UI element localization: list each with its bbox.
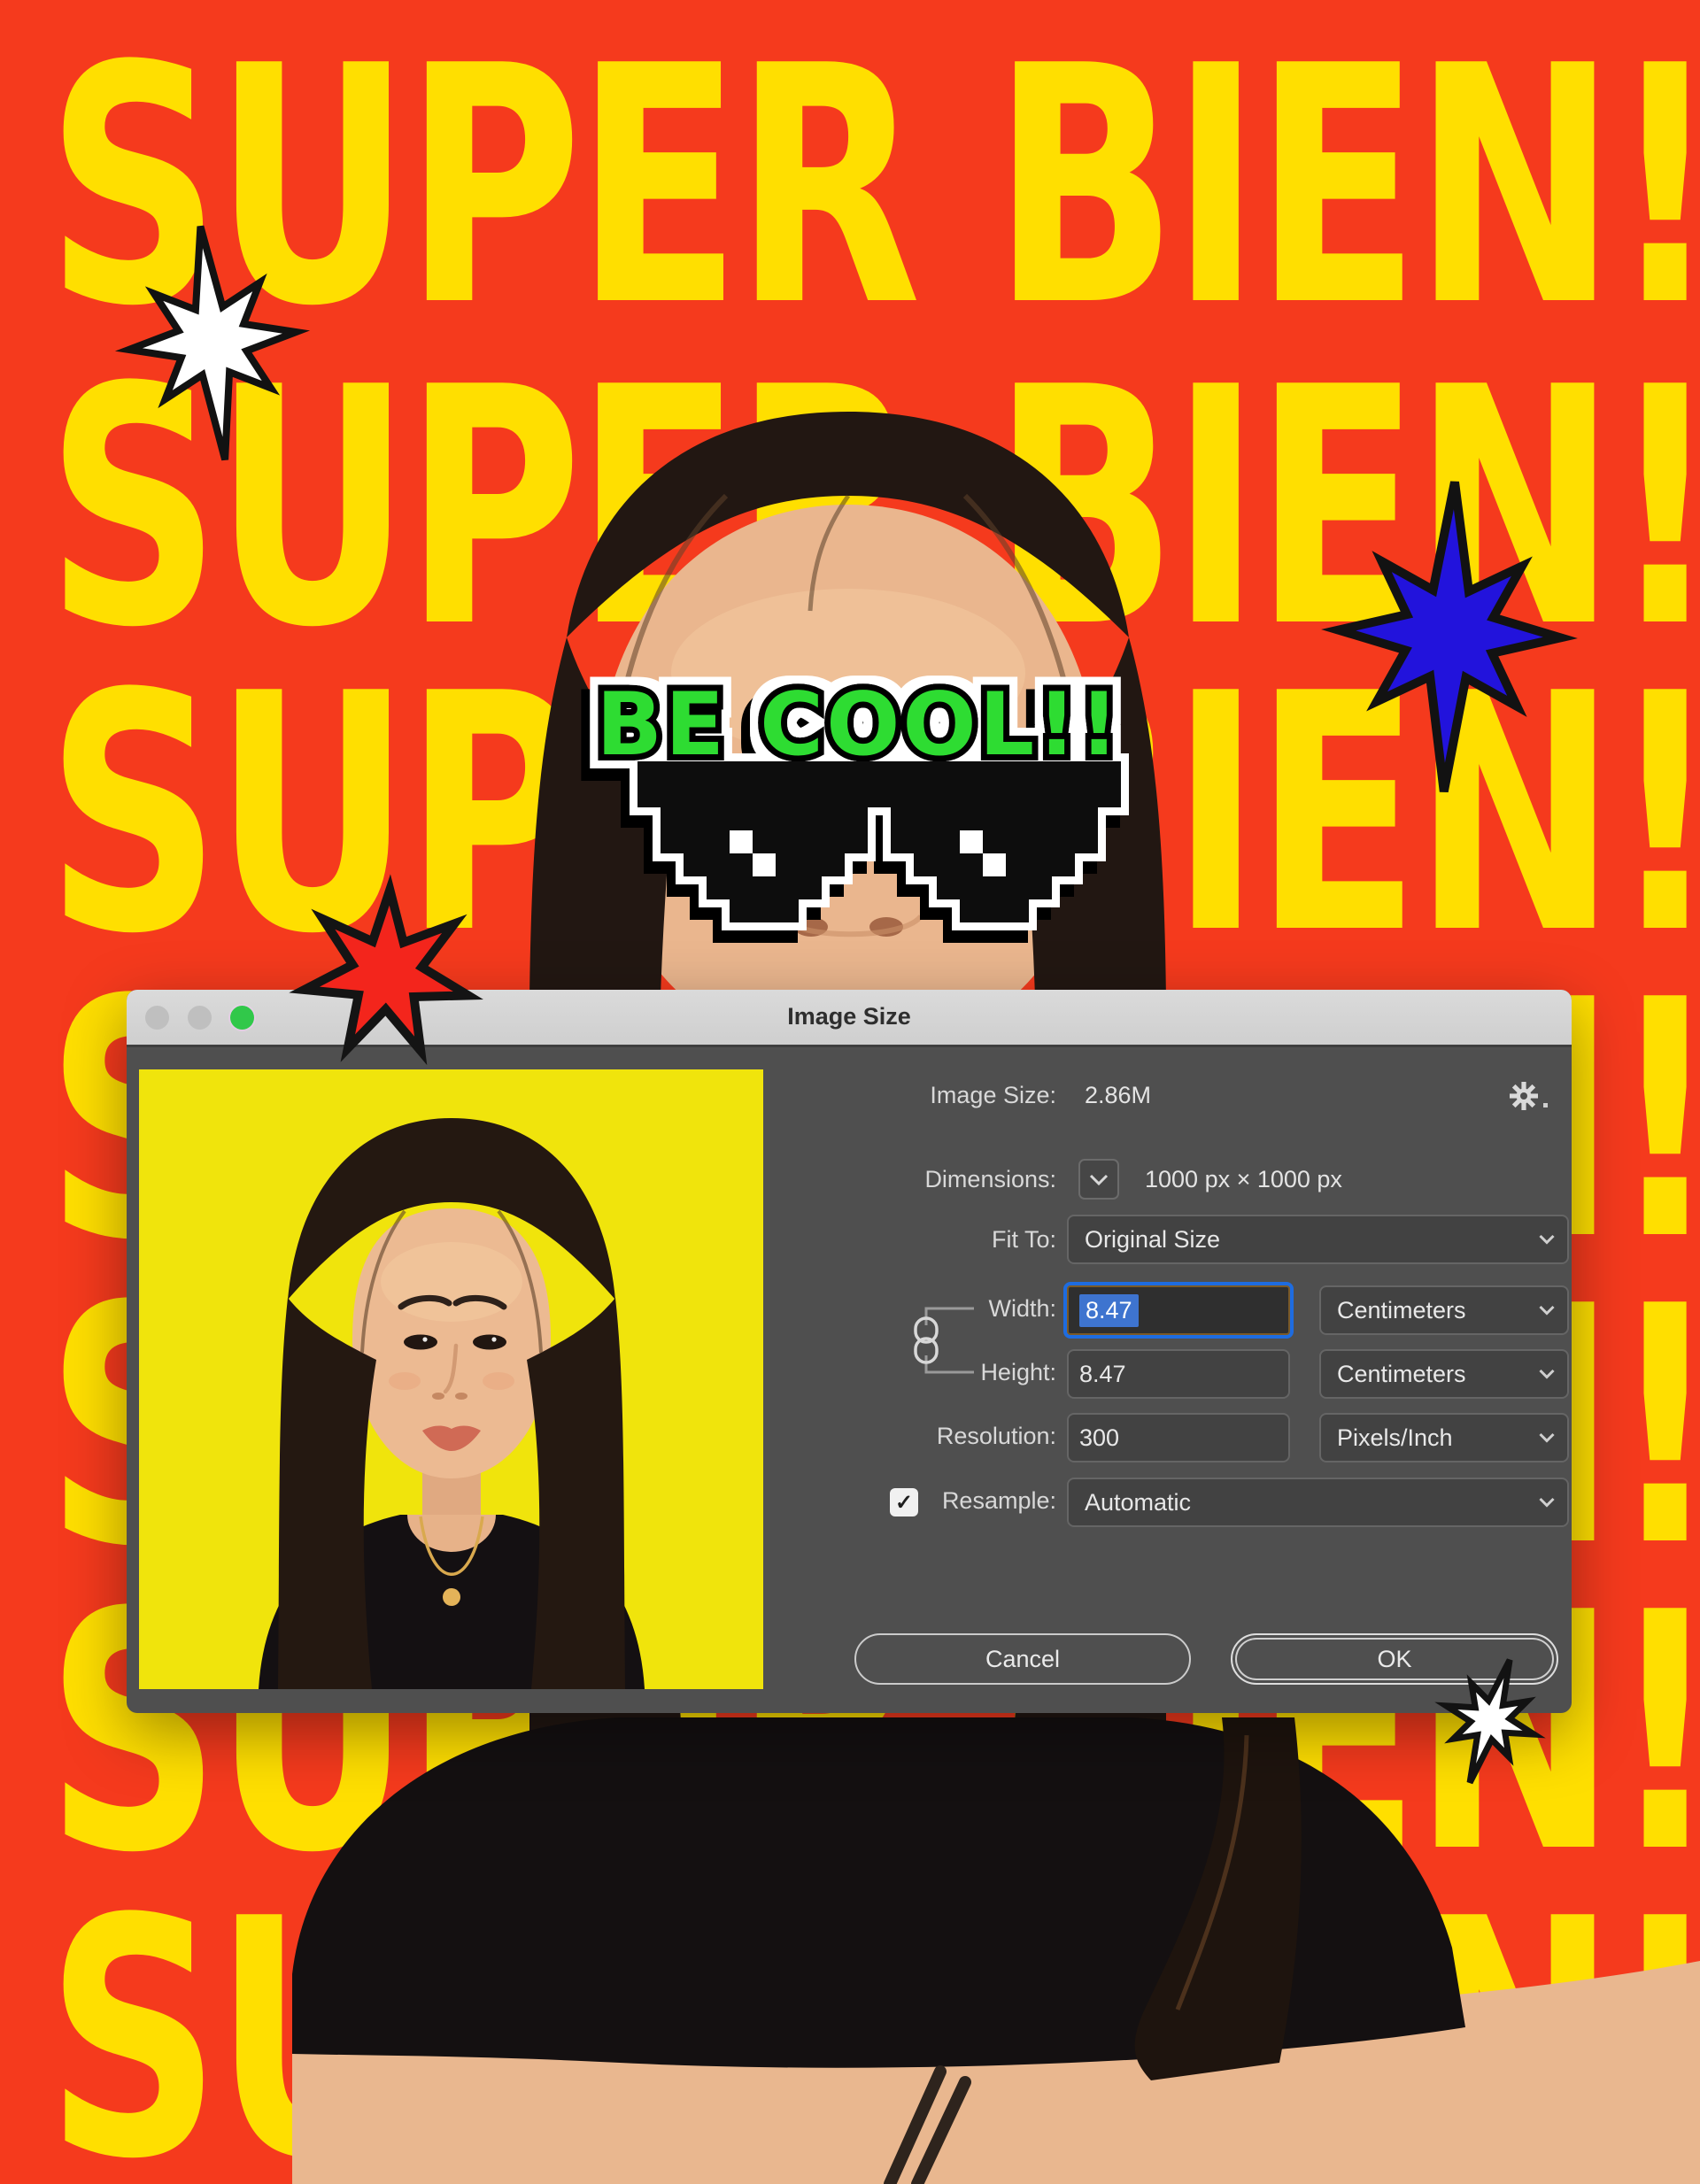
poster-canvas: SUPER BIEN! SUPER BIEN! SUPER BIEN! SUPE… xyxy=(0,0,1700,2184)
shout-text-row: SUPER BIEN! xyxy=(46,652,1700,979)
gear-icon[interactable] xyxy=(1508,1080,1554,1112)
width-label: Width: xyxy=(773,1284,1056,1333)
height-unit-value: Centimeters xyxy=(1337,1361,1466,1388)
dimensions-disclosure-button[interactable] xyxy=(1078,1159,1119,1200)
image-size-label: Image Size: xyxy=(773,1070,1056,1120)
chevron-down-icon xyxy=(1539,1433,1555,1443)
height-label: Height: xyxy=(773,1347,1056,1397)
height-unit-select[interactable]: Centimeters xyxy=(1319,1349,1569,1399)
dimensions-label: Dimensions: xyxy=(773,1154,1056,1204)
fit-to-select[interactable]: Original Size xyxy=(1067,1215,1569,1264)
ok-button[interactable]: OK xyxy=(1231,1633,1558,1685)
resolution-label: Resolution: xyxy=(773,1411,1056,1461)
image-size-value: 2.86M xyxy=(1085,1070,1151,1120)
cancel-button[interactable]: Cancel xyxy=(854,1633,1191,1685)
resolution-value: 300 xyxy=(1079,1424,1119,1452)
chevron-down-icon xyxy=(1089,1174,1109,1185)
resample-select[interactable]: Automatic xyxy=(1067,1478,1569,1527)
shout-text-row: SUPER BIEN! xyxy=(46,1877,1700,2184)
chevron-down-icon xyxy=(1539,1498,1555,1508)
image-size-dialog: Image Size xyxy=(127,990,1572,1713)
width-value: 8.47 xyxy=(1079,1294,1139,1327)
resample-value: Automatic xyxy=(1085,1489,1191,1516)
height-input[interactable]: 8.47 xyxy=(1067,1349,1290,1399)
resolution-unit-value: Pixels/Inch xyxy=(1337,1424,1453,1452)
dialog-title: Image Size xyxy=(127,990,1572,1045)
dimensions-value: 1000 px × 1000 px xyxy=(1145,1154,1342,1204)
width-input[interactable]: 8.47 xyxy=(1067,1285,1290,1335)
fit-to-label: Fit To: xyxy=(773,1215,1056,1264)
chevron-down-icon xyxy=(1539,1370,1555,1379)
dialog-titlebar[interactable]: Image Size xyxy=(127,990,1572,1047)
fit-to-value: Original Size xyxy=(1085,1226,1220,1254)
resample-label: Resample: xyxy=(773,1476,1056,1525)
chevron-down-icon xyxy=(1539,1306,1555,1316)
shout-text-row: SUPER BIEN! xyxy=(46,345,1700,673)
image-preview xyxy=(139,1069,763,1689)
shout-text-row: SUPER BIEN! xyxy=(46,24,1700,351)
width-unit-value: Centimeters xyxy=(1337,1297,1466,1324)
height-value: 8.47 xyxy=(1079,1361,1126,1388)
width-unit-select[interactable]: Centimeters xyxy=(1319,1285,1569,1335)
resolution-unit-select[interactable]: Pixels/Inch xyxy=(1319,1413,1569,1462)
resolution-input[interactable]: 300 xyxy=(1067,1413,1290,1462)
chevron-down-icon xyxy=(1539,1235,1555,1245)
